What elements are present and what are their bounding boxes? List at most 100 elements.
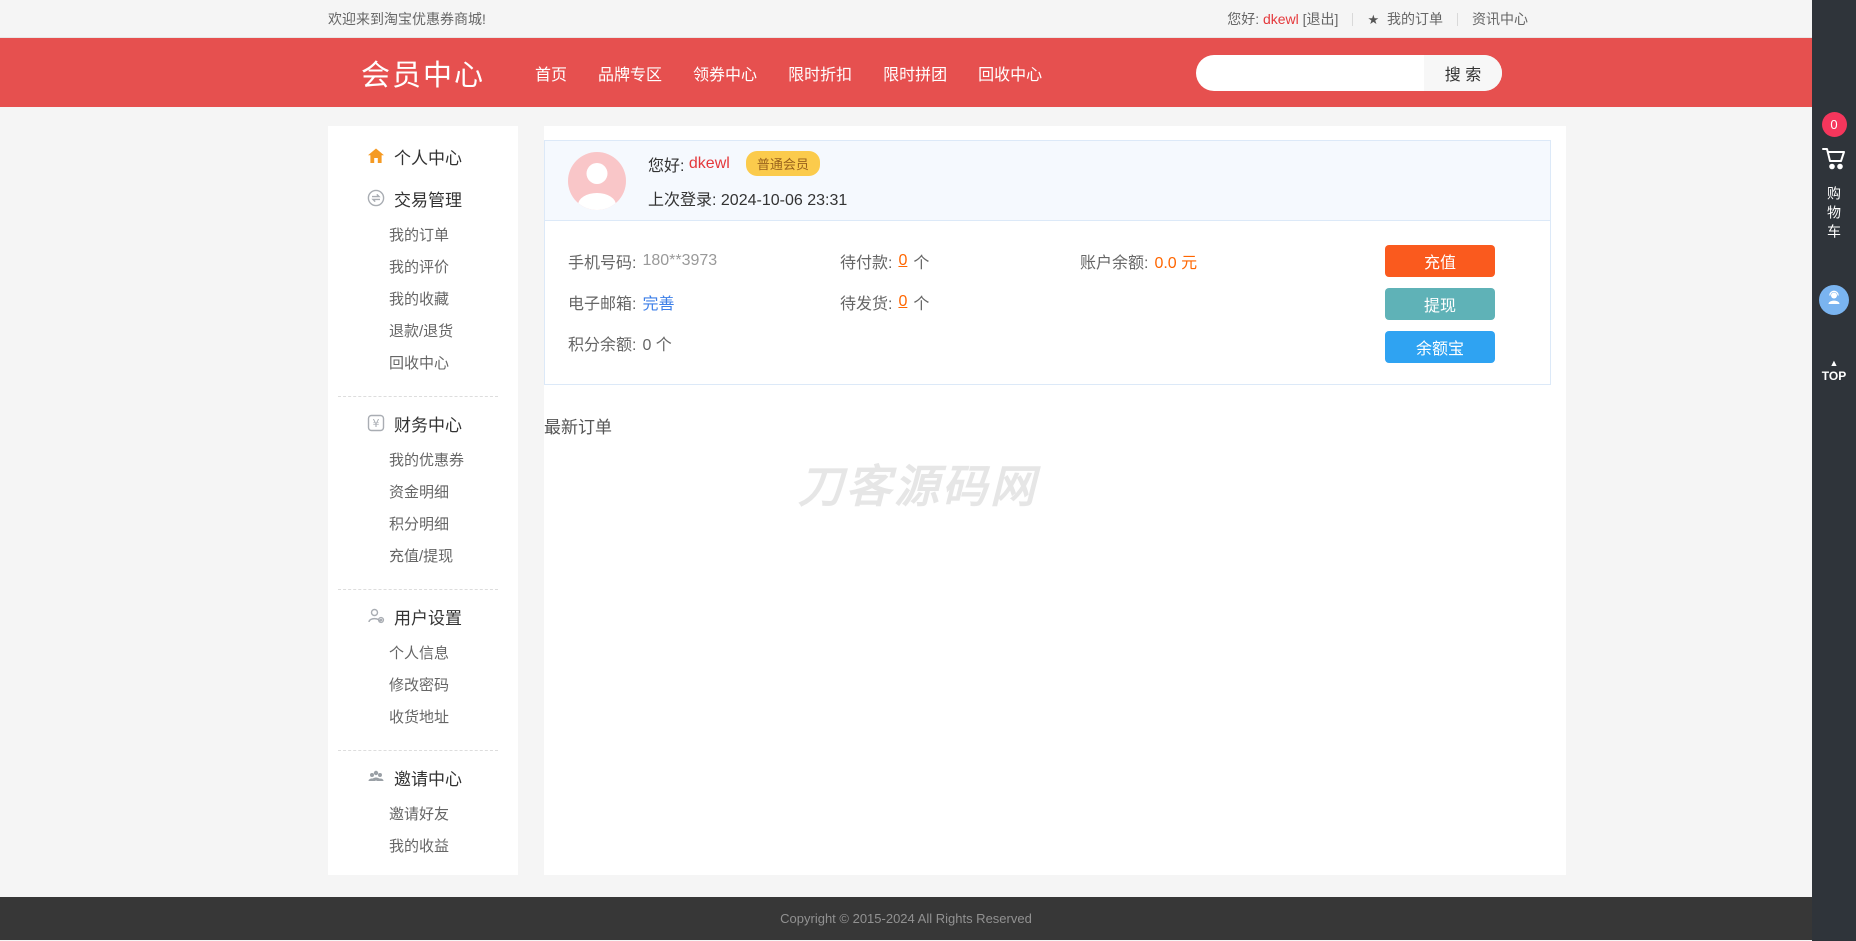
up-triangle-icon: ▲ [1830,359,1839,368]
yuebao-button[interactable]: 余额宝 [1385,331,1495,363]
invite-icon [367,768,385,786]
pending-shipment-label: 待发货: [840,290,892,314]
latest-orders-title: 最新订单 [544,413,1551,438]
last-login-value: 2024-10-06 23:31 [721,192,847,209]
sidebar-item-recharge-withdraw[interactable]: 充值/提现 [328,541,518,573]
sidebar-section-title: 个人中心 [394,144,462,169]
sidebar-item-fund-details[interactable]: 资金明细 [328,477,518,509]
site-logo[interactable]: 会员中心 [361,52,485,94]
sidebar-list-trade: 我的订单 我的评价 我的收藏 退款/退货 回收中心 [328,220,518,380]
phone-value: 180**3973 [642,252,717,270]
avatar [568,152,626,210]
star-icon: ★ [1367,12,1379,27]
customer-service-button[interactable] [1819,285,1849,315]
my-orders-label: 我的订单 [1387,11,1443,27]
side-rail: 0 购物车 ▲ TOP [1812,0,1856,941]
points-value: 0 个 [642,331,671,355]
sidebar-item-invite-friends[interactable]: 邀请好友 [328,799,518,831]
sidebar-item-shipping-address[interactable]: 收货地址 [328,702,518,734]
email-label: 电子邮箱: [568,290,636,314]
sidebar-section-title: 用户设置 [394,604,462,629]
main-panel: 您好: dkewl 普通会员 上次登录: 2024-10-06 23:31 手机… [544,126,1566,875]
sidebar-section-title: 邀请中心 [394,765,462,790]
footer: Copyright © 2015-2024 All Rights Reserve… [0,897,1856,940]
withdraw-button[interactable]: 提现 [1385,288,1495,320]
news-center-link[interactable]: 资讯中心 [1472,9,1528,29]
nav-item-recycle-center[interactable]: 回收中心 [978,61,1042,85]
sidebar-section-invite[interactable]: 邀请中心 [328,765,518,789]
search-button[interactable]: 搜 索 [1424,55,1502,91]
balance-actions: 充值 提现 余额宝 [1385,245,1495,363]
search-bar: 搜 索 [1196,55,1502,91]
cart-label: 购物车 [1824,186,1844,243]
main-nav: 首页 品牌专区 领券中心 限时折扣 限时拼团 回收中心 [535,61,1042,85]
greeting-prefix: 您好: [1227,11,1259,27]
dashed-divider [338,750,498,751]
sidebar-section-personal-center[interactable]: 个人中心 [328,144,518,168]
sidebar-section-title: 财务中心 [394,411,462,436]
sidebar-item-recycle-center[interactable]: 回收中心 [328,348,518,380]
user-greeting: 您好: dkewl [退出] [1227,9,1338,29]
copyright-text: Copyright © 2015-2024 All Rights Reserve… [780,911,1032,926]
divider [1352,13,1353,26]
pending-shipment-count-link[interactable]: 0 [898,293,907,311]
back-to-top-button[interactable]: ▲ TOP [1822,359,1846,382]
logout-link[interactable]: [退出] [1303,11,1339,27]
pending-payment-count-link[interactable]: 0 [898,252,907,270]
sidebar-item-refund-return[interactable]: 退款/退货 [328,316,518,348]
nav-item-flash-group[interactable]: 限时拼团 [883,61,947,85]
nav-item-flash-discount[interactable]: 限时折扣 [788,61,852,85]
greeting-prefix: 您好: [648,152,684,176]
sidebar-list-user-settings: 个人信息 修改密码 收货地址 [328,638,518,734]
sidebar-item-my-favorites[interactable]: 我的收藏 [328,284,518,316]
welcome-text: 欢迎来到淘宝优惠券商城! [328,9,486,29]
member-level-badge: 普通会员 [746,151,820,176]
sidebar-item-points-details[interactable]: 积分明细 [328,509,518,541]
email-complete-link[interactable]: 完善 [642,290,674,314]
dashed-divider [338,396,498,397]
my-orders-link[interactable]: ★ 我的订单 [1367,9,1443,29]
svg-text:¥: ¥ [373,417,380,430]
pending-shipment-unit: 个 [913,290,929,314]
sidebar-list-invite: 邀请好友 我的收益 [328,799,518,863]
trade-icon [367,189,385,207]
sidebar-item-my-reviews[interactable]: 我的评价 [328,252,518,284]
sidebar-item-my-orders[interactable]: 我的订单 [328,220,518,252]
user-settings-icon [367,607,385,625]
profile-card-header: 您好: dkewl 普通会员 上次登录: 2024-10-06 23:31 [545,141,1550,221]
customer-service-icon [1825,289,1843,312]
pending-payment-label: 待付款: [840,249,892,273]
balance-label: 账户余额: [1080,249,1148,273]
balance-value: 0.0 元 [1154,249,1197,273]
cart-button[interactable]: 购物车 [1820,144,1848,243]
profile-username: dkewl [689,155,730,173]
topbar: 欢迎来到淘宝优惠券商城! 您好: dkewl [退出] ★ 我的订单 资讯中心 [0,0,1856,38]
recharge-button[interactable]: 充值 [1385,245,1495,277]
profile-card-body: 手机号码: 180**3973 待付款: 0 个 账户余额: 0.0 元 电子邮… [545,221,1550,384]
sidebar-list-finance: 我的优惠券 资金明细 积分明细 充值/提现 [328,445,518,573]
profile-card: 您好: dkewl 普通会员 上次登录: 2024-10-06 23:31 手机… [544,140,1551,385]
sidebar-item-personal-info[interactable]: 个人信息 [328,638,518,670]
cart-count-badge: 0 [1822,112,1847,137]
sidebar: 个人中心 交易管理 我的订单 我的评价 我的收藏 退款/退货 回收中心 ¥ 财务… [328,126,518,875]
cart-icon [1820,144,1848,177]
main-header: 会员中心 首页 品牌专区 领券中心 限时折扣 限时拼团 回收中心 搜 索 [0,38,1856,107]
sidebar-item-change-password[interactable]: 修改密码 [328,670,518,702]
sidebar-item-my-coupons[interactable]: 我的优惠券 [328,445,518,477]
nav-item-coupon-center[interactable]: 领券中心 [693,61,757,85]
points-label: 积分余额: [568,331,636,355]
home-icon [367,147,385,165]
nav-item-brand-zone[interactable]: 品牌专区 [598,61,662,85]
username-link[interactable]: dkewl [1263,11,1299,27]
sidebar-section-user-settings[interactable]: 用户设置 [328,604,518,628]
sidebar-section-finance[interactable]: ¥ 财务中心 [328,411,518,435]
last-login-label: 上次登录: [648,192,716,209]
dashed-divider [338,589,498,590]
nav-item-home[interactable]: 首页 [535,61,567,85]
search-input[interactable] [1196,55,1424,91]
divider [1457,13,1458,26]
pending-payment-unit: 个 [913,249,929,273]
sidebar-section-title: 交易管理 [394,186,462,211]
sidebar-item-my-earnings[interactable]: 我的收益 [328,831,518,863]
sidebar-section-trade[interactable]: 交易管理 [328,186,518,210]
